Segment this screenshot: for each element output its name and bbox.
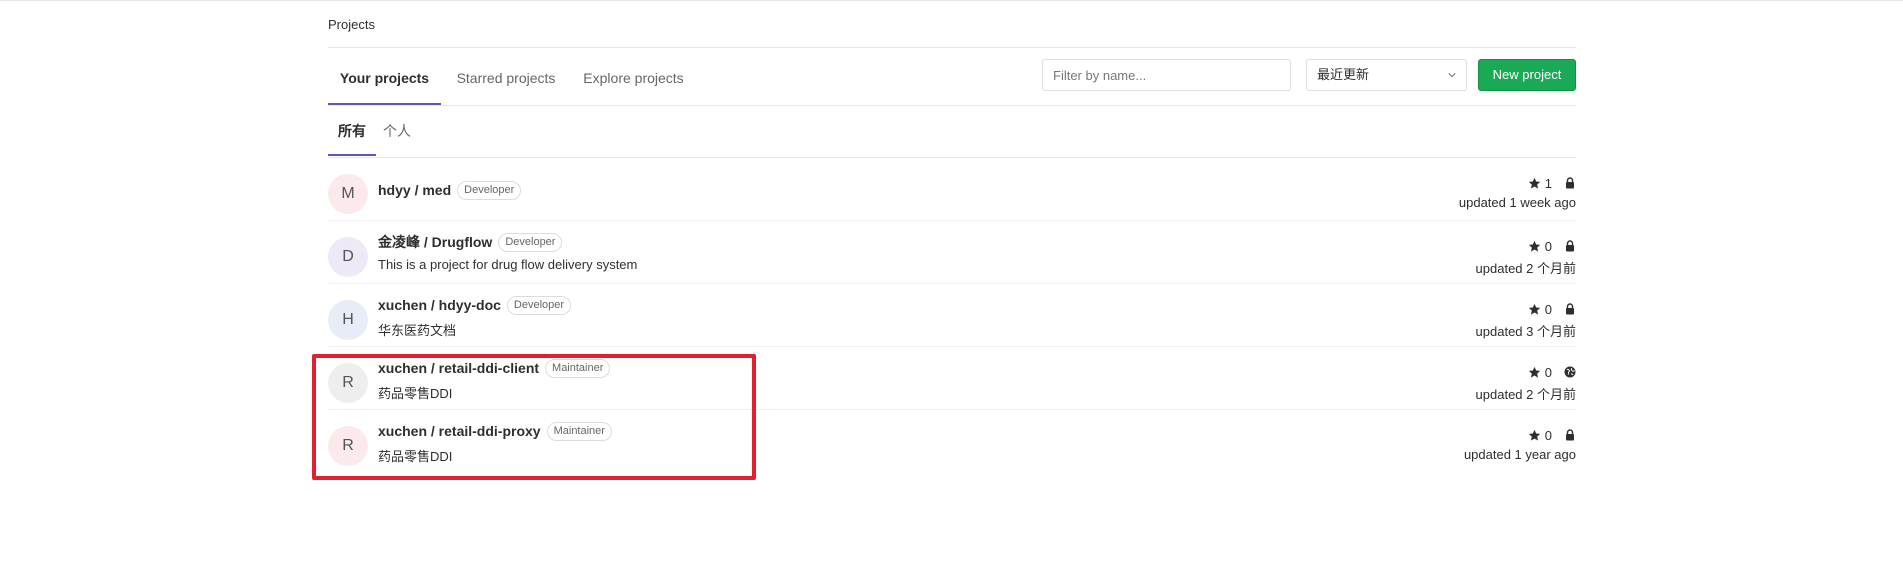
star-icon	[1528, 177, 1540, 189]
role-badge: Maintainer	[545, 358, 611, 378]
project-stats: 0 updated 2 个月前	[1476, 363, 1576, 403]
star-count[interactable]: 0	[1528, 302, 1552, 317]
updated-time: updated 1 week ago	[1458, 195, 1576, 210]
project-name-link[interactable]: xuchen / retail-ddi-client	[378, 360, 539, 376]
project-row[interactable]: R xuchen / retail-ddi-proxy Maintainer 药…	[328, 410, 1576, 473]
star-icon	[1528, 366, 1540, 378]
project-avatar[interactable]: R	[328, 363, 368, 403]
project-info: 金凌峰 / Drugflow Developer This is a proje…	[378, 231, 637, 272]
lock-icon	[1566, 177, 1574, 189]
star-count-value: 0	[1544, 364, 1552, 380]
project-name-link[interactable]: xuchen / retail-ddi-proxy	[378, 423, 541, 439]
project-info: hdyy / med Developer	[378, 179, 522, 201]
filter-by-name-input[interactable]	[1042, 59, 1291, 91]
project-list: M hdyy / med Developer 1 updated 1 week …	[328, 158, 1576, 473]
project-name-link[interactable]: 金凌峰 / Drugflow	[378, 232, 492, 252]
project-stats: 1 updated 1 week ago	[1458, 174, 1576, 211]
role-badge: Maintainer	[546, 421, 612, 441]
project-stats: 0 updated 2 个月前	[1476, 237, 1576, 277]
subtab-all[interactable]: 所有	[328, 106, 376, 156]
project-row[interactable]: R xuchen / retail-ddi-client Maintainer …	[328, 347, 1576, 410]
star-count[interactable]: 0	[1528, 365, 1552, 380]
project-avatar[interactable]: H	[328, 300, 368, 340]
tab-your-projects[interactable]: Your projects	[328, 48, 441, 105]
updated-time: updated 1 year ago	[1463, 447, 1576, 462]
project-description: This is a project for drug flow delivery…	[378, 257, 638, 272]
updated-time: updated 2 个月前	[1475, 261, 1576, 276]
visibility-indicator	[1564, 366, 1576, 378]
sort-dropdown[interactable]: 最近更新	[1306, 59, 1467, 91]
breadcrumb[interactable]: Projects	[328, 17, 375, 32]
project-avatar[interactable]: M	[328, 174, 368, 214]
project-info: xuchen / hdyy-doc Developer 华东医药文档	[378, 294, 572, 339]
lock-icon	[1566, 240, 1574, 252]
star-count[interactable]: 0	[1528, 428, 1552, 443]
updated-time: updated 2 个月前	[1475, 387, 1576, 402]
visibility-indicator	[1564, 303, 1576, 315]
top-divider	[0, 0, 1903, 1]
tabs-divider	[328, 105, 1576, 106]
new-project-button[interactable]: New project	[1478, 59, 1576, 91]
sort-selected-label: 最近更新	[1317, 67, 1370, 82]
star-icon	[1528, 240, 1540, 252]
tab-starred-projects[interactable]: Starred projects	[441, 48, 571, 105]
star-icon	[1528, 303, 1540, 315]
project-info: xuchen / retail-ddi-proxy Maintainer 药品零…	[378, 420, 612, 465]
project-row[interactable]: H xuchen / hdyy-doc Developer 华东医药文档 0 u…	[328, 284, 1576, 347]
project-description: 药品零售DDI	[378, 449, 453, 464]
lock-icon	[1566, 303, 1574, 315]
role-badge: Developer	[457, 180, 522, 200]
star-count-value: 0	[1544, 301, 1552, 317]
project-description: 华东医药文档	[378, 323, 457, 338]
star-count[interactable]: 1	[1528, 176, 1552, 191]
project-stats: 0 updated 3 个月前	[1476, 300, 1576, 340]
project-avatar[interactable]: D	[328, 237, 368, 277]
lock-icon	[1566, 429, 1574, 441]
project-name-link[interactable]: hdyy / med	[378, 182, 451, 198]
visibility-indicator	[1564, 177, 1576, 189]
project-avatar[interactable]: R	[328, 426, 368, 466]
tab-explore-projects[interactable]: Explore projects	[571, 48, 696, 105]
star-count-value: 1	[1544, 175, 1552, 191]
project-row[interactable]: M hdyy / med Developer 1 updated 1 week …	[328, 158, 1576, 221]
role-badge: Developer	[498, 232, 563, 252]
project-row[interactable]: D 金凌峰 / Drugflow Developer This is a pro…	[328, 221, 1576, 284]
chevron-down-icon	[1448, 73, 1456, 78]
star-count-value: 0	[1544, 427, 1552, 443]
updated-time: updated 3 个月前	[1475, 324, 1576, 339]
project-info: xuchen / retail-ddi-client Maintainer 药品…	[378, 357, 611, 402]
project-description: 药品零售DDI	[378, 386, 453, 401]
star-count-value: 0	[1544, 238, 1552, 254]
project-stats: 0 updated 1 year ago	[1463, 426, 1576, 463]
globe-icon	[1564, 366, 1576, 378]
visibility-indicator	[1564, 429, 1576, 441]
star-icon	[1528, 429, 1540, 441]
role-badge: Developer	[506, 295, 572, 315]
visibility-indicator	[1564, 240, 1576, 252]
project-name-link[interactable]: xuchen / hdyy-doc	[378, 297, 501, 313]
star-count[interactable]: 0	[1528, 239, 1552, 254]
subtab-personal[interactable]: 个人	[376, 106, 418, 156]
